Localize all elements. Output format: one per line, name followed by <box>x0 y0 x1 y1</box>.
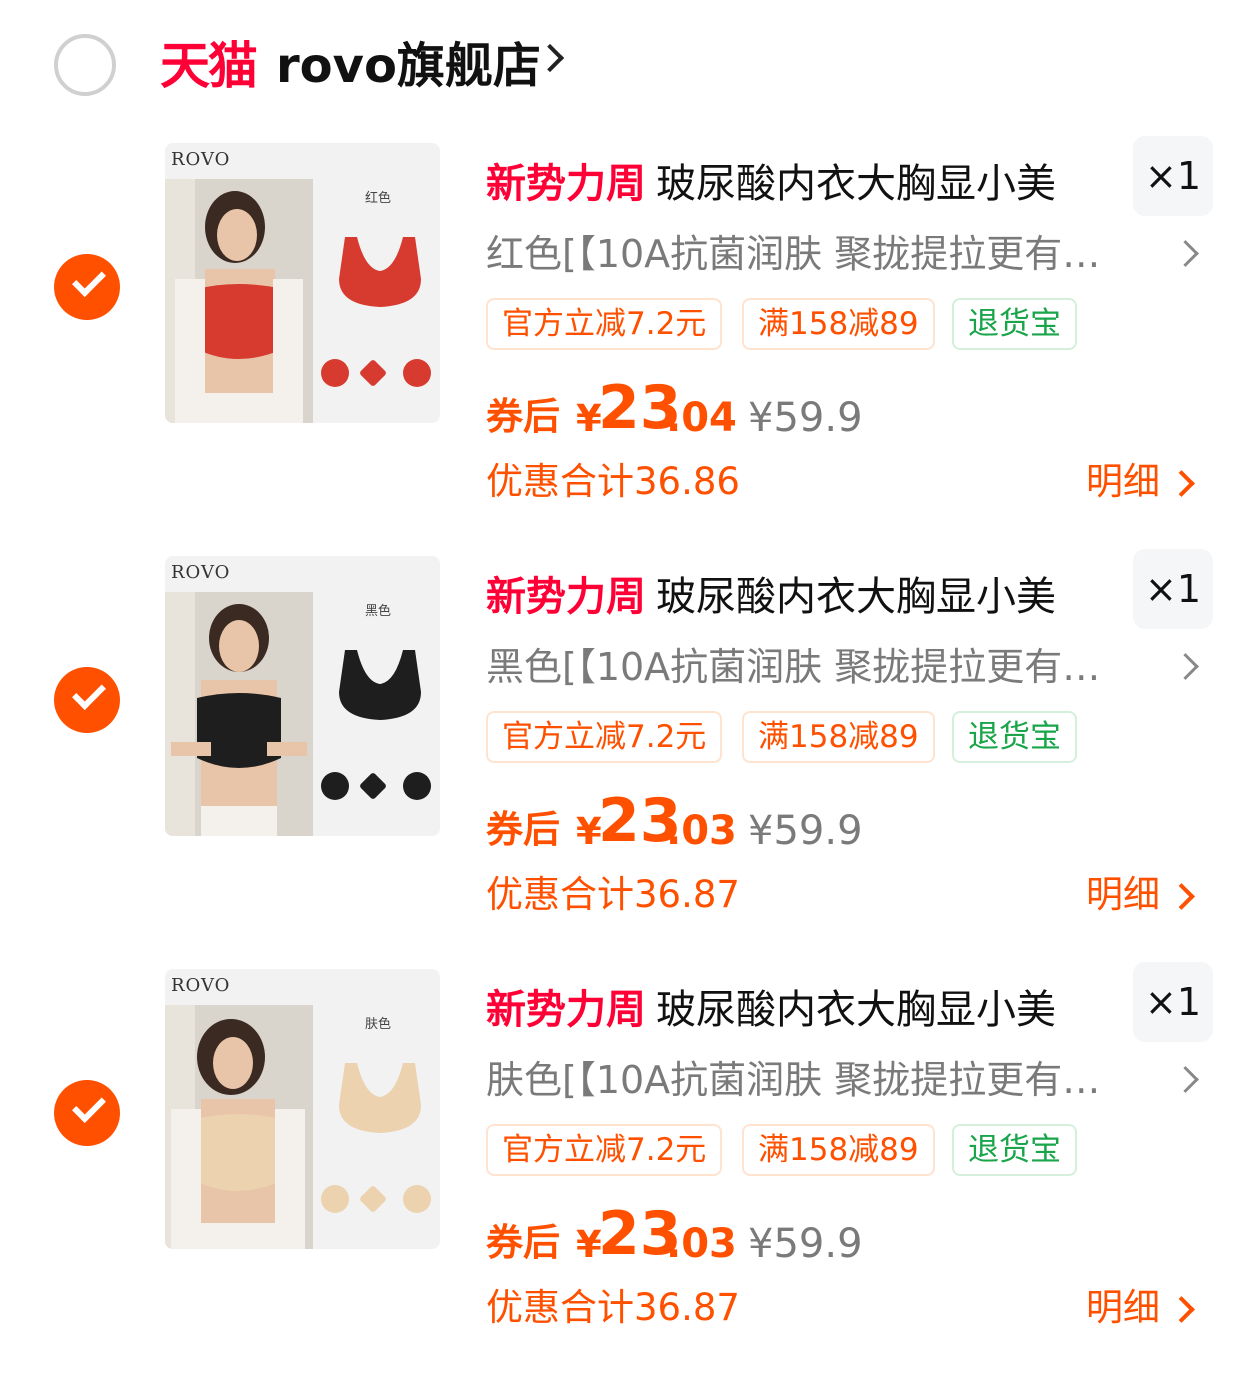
cart-item: ROVO 红色 新势力周 玻尿酸内衣大胸显小美 ×1 红色[【10A抗菌润肤 聚拢… <box>0 136 1260 551</box>
product-title: 玻尿酸内衣大胸显小美 <box>656 161 1056 207</box>
price-prefix: 券后 <box>486 395 560 438</box>
model-photo <box>165 1005 313 1249</box>
promo-tag: 满158减89 <box>742 1124 935 1176</box>
product-title-link[interactable]: 新势力周 玻尿酸内衣大胸显小美 <box>486 569 1056 625</box>
sku-selector[interactable]: 肤色[【10A抗菌润肤 聚拢提拉更有… <box>486 1052 1100 1108</box>
chevron-right-icon[interactable] <box>1172 1066 1199 1093</box>
chevron-right-icon[interactable] <box>1168 1296 1195 1323</box>
promo-event-tag: 新势力周 <box>486 574 646 620</box>
product-thumbnail[interactable]: ROVO 肤色 <box>165 969 440 1249</box>
price-decimal: .03 <box>666 1221 737 1267</box>
discount-total: 优惠合计36.86 <box>486 460 740 503</box>
promo-tag: 满158减89 <box>742 711 935 763</box>
model-photo <box>165 592 313 836</box>
quantity-button[interactable]: ×1 <box>1133 962 1213 1042</box>
chevron-right-icon[interactable] <box>1168 883 1195 910</box>
bra-product-image <box>339 237 421 307</box>
quantity-button[interactable]: ×1 <box>1133 136 1213 216</box>
chevron-right-icon[interactable] <box>1168 470 1195 497</box>
feature-swatches <box>317 358 437 389</box>
discount-total: 优惠合计36.87 <box>486 1286 740 1329</box>
return-insurance-tag: 退货宝 <box>952 1124 1077 1176</box>
thumbnail-color-label: 肤色 <box>365 1017 392 1032</box>
thumbnail-brand-text: ROVO <box>171 149 231 170</box>
item-select-checkbox-checked[interactable] <box>54 254 120 320</box>
promo-event-tag: 新势力周 <box>486 987 646 1033</box>
promo-tag: 官方立减7.2元 <box>486 711 723 763</box>
return-insurance-tag: 退货宝 <box>952 298 1077 350</box>
thumbnail-color-label: 红色 <box>365 191 392 206</box>
bra-product-image <box>339 1063 421 1133</box>
discount-detail-link[interactable]: 明细 <box>1086 869 1160 921</box>
model-photo <box>165 179 313 423</box>
discount-detail-link[interactable]: 明细 <box>1086 1282 1160 1334</box>
promo-tag: 官方立减7.2元 <box>486 298 723 350</box>
thumbnail-brand-text: ROVO <box>171 975 231 996</box>
original-price: ¥59.9 <box>748 395 863 441</box>
sku-selector[interactable]: 黑色[【10A抗菌润肤 聚拢提拉更有… <box>486 639 1100 695</box>
feature-swatches <box>317 1184 437 1215</box>
bra-product-image <box>339 650 421 720</box>
sku-selector[interactable]: 红色[【10A抗菌润肤 聚拢提拉更有… <box>486 226 1100 282</box>
original-price: ¥59.9 <box>748 808 863 854</box>
product-thumbnail[interactable]: ROVO 红色 <box>165 143 440 423</box>
store-name-link[interactable]: rovo旗舰店 <box>276 34 541 98</box>
product-title-link[interactable]: 新势力周 玻尿酸内衣大胸显小美 <box>486 156 1056 212</box>
return-insurance-tag: 退货宝 <box>952 711 1077 763</box>
price-decimal: .04 <box>666 395 737 441</box>
product-title: 玻尿酸内衣大胸显小美 <box>656 987 1056 1033</box>
thumbnail-color-label: 黑色 <box>365 604 392 619</box>
feature-swatches <box>317 771 437 802</box>
promo-tag: 满158减89 <box>742 298 935 350</box>
item-select-checkbox-checked[interactable] <box>54 667 120 733</box>
price-prefix: 券后 <box>486 1221 560 1264</box>
chevron-right-icon[interactable] <box>1172 240 1199 267</box>
price-prefix: 券后 <box>486 808 560 851</box>
discount-total: 优惠合计36.87 <box>486 873 740 916</box>
original-price: ¥59.9 <box>748 1221 863 1267</box>
price-decimal: .03 <box>666 808 737 854</box>
product-title: 玻尿酸内衣大胸显小美 <box>656 574 1056 620</box>
promo-tag: 官方立减7.2元 <box>486 1124 723 1176</box>
thumbnail-brand-text: ROVO <box>171 562 231 583</box>
discount-detail-link[interactable]: 明细 <box>1086 456 1160 508</box>
chevron-right-icon[interactable] <box>1172 653 1199 680</box>
product-thumbnail[interactable]: ROVO 黑色 <box>165 556 440 836</box>
item-select-checkbox-checked[interactable] <box>54 1080 120 1146</box>
store-header: 天猫 rovo旗舰店 <box>0 0 1260 130</box>
store-select-checkbox[interactable] <box>54 34 116 96</box>
quantity-button[interactable]: ×1 <box>1133 549 1213 629</box>
cart-item: ROVO 肤色 新势力周 玻尿酸内衣大胸显小美 ×1 肤色[【10A抗菌润肤 聚拢… <box>0 962 1260 1377</box>
tmall-logo: 天猫 <box>160 37 258 95</box>
promo-event-tag: 新势力周 <box>486 161 646 207</box>
cart-item: ROVO 黑色 新势力周 玻尿酸内衣大胸显小美 ×1 黑色[【10A抗菌润肤 聚拢… <box>0 549 1260 964</box>
product-title-link[interactable]: 新势力周 玻尿酸内衣大胸显小美 <box>486 982 1056 1038</box>
